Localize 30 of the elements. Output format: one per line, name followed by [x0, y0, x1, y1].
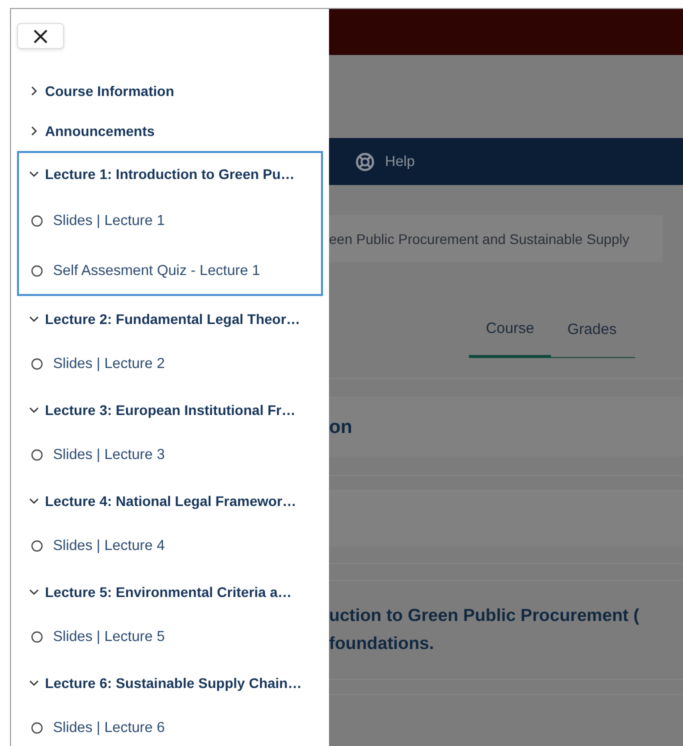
section-header[interactable]: Announcements	[17, 111, 323, 151]
section-header[interactable]: Lecture 1: Introduction to Green Pu…	[17, 151, 323, 196]
chevron-right-icon	[29, 126, 39, 136]
chevron-down-icon	[29, 404, 39, 414]
section-header[interactable]: Lecture 2: Fundamental Legal Theor…	[17, 296, 323, 341]
chevron-down-icon	[29, 678, 39, 688]
section-header[interactable]: Lecture 3: European Institutional Fr…	[17, 387, 323, 432]
lesson-link[interactable]: Slides | Lecture 2	[17, 341, 323, 387]
lecture-heading: foundations.	[329, 632, 435, 655]
chevron-down-icon	[29, 314, 39, 324]
help-icon	[355, 152, 375, 172]
section-header[interactable]: Lecture 4: National Legal Framewor…	[17, 478, 323, 523]
lesson-link[interactable]: Slides | Lecture 4	[17, 523, 323, 569]
lesson-link[interactable]: Self Assesment Quiz - Lecture 1	[17, 246, 323, 296]
chevron-down-icon	[29, 496, 39, 506]
lesson-link[interactable]: Slides | Lecture 6	[17, 705, 323, 746]
lesson-link[interactable]: Slides | Lecture 3	[17, 432, 323, 478]
lecture-heading: uction to Green Public Procurement (	[329, 604, 640, 627]
course-title: een Public Procurement and Sustainable Supply	[329, 230, 630, 246]
help-link[interactable]: Help	[385, 154, 415, 170]
chevron-down-icon	[29, 586, 39, 596]
section-header[interactable]: Lecture 6: Sustainable Supply Chain…	[17, 660, 323, 705]
section-heading: on	[329, 417, 352, 439]
close-button[interactable]: ×	[17, 23, 64, 49]
chevron-down-icon	[29, 168, 39, 178]
lesson-link[interactable]: Slides | Lecture 1	[17, 196, 323, 246]
section-header[interactable]: Course Information	[17, 71, 323, 111]
lesson-link[interactable]: Slides | Lecture 5	[17, 614, 323, 660]
chevron-right-icon	[29, 86, 39, 96]
section-header[interactable]: Lecture 5: Environmental Criteria a…	[17, 569, 323, 614]
